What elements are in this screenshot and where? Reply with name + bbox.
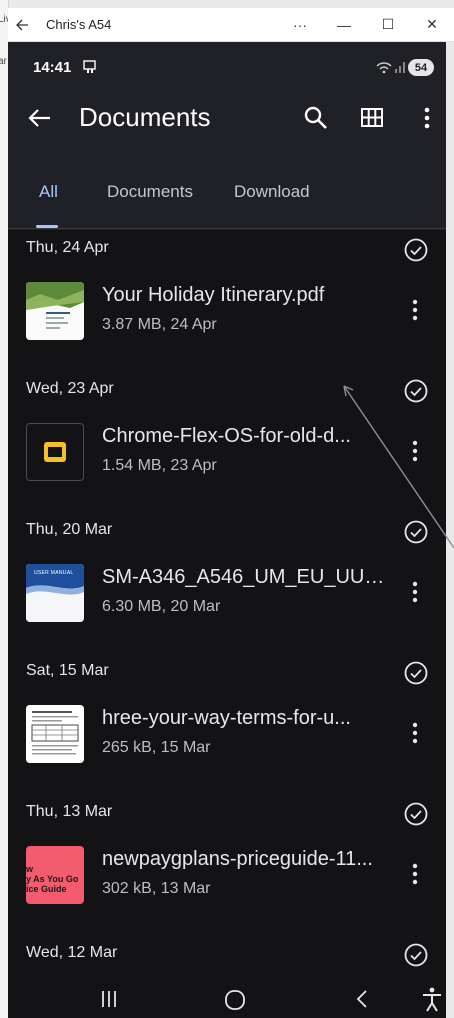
- tabs-divider: [8, 228, 446, 229]
- date-header: Sat, 15 Mar: [8, 653, 446, 693]
- select-all-check-icon[interactable]: [403, 519, 429, 545]
- date-label: Thu, 20 Mar: [26, 521, 113, 538]
- more-vertical-icon[interactable]: [406, 437, 424, 465]
- wifi-signal-icon: [376, 62, 405, 74]
- holiday-itinerary-thumbnail: [26, 282, 84, 340]
- price-guide-thumbnail-text: y As You Go: [26, 874, 79, 884]
- tab-documents[interactable]: Documents: [107, 172, 193, 212]
- page-title: Documents: [79, 102, 211, 132]
- battery-indicator: 54: [408, 59, 434, 76]
- file-list[interactable]: Thu, 24 Apr Your Holiday Itinerary.pdf 3…: [8, 230, 446, 982]
- file-item[interactable]: w y As You Go ice Guide newpaygplans-pri…: [8, 834, 446, 934]
- window-more-button[interactable]: ···: [278, 8, 322, 42]
- file-item[interactable]: USER MANUAL SM-A346_A546_UM_EU_UU_... 6.…: [8, 552, 446, 652]
- file-item[interactable]: Your Holiday Itinerary.pdf 3.87 MB, 24 A…: [8, 270, 446, 370]
- date-header: Wed, 12 Mar: [8, 935, 446, 975]
- back-arrow-icon[interactable]: [26, 104, 54, 132]
- more-vertical-icon[interactable]: [406, 578, 424, 606]
- select-all-check-icon[interactable]: [403, 801, 429, 827]
- window-minimize-button[interactable]: —: [322, 8, 366, 42]
- slides-file-icon: [26, 423, 84, 481]
- file-meta: 6.30 MB, 20 Mar: [102, 598, 221, 615]
- window-back-button[interactable]: [8, 8, 36, 42]
- nav-back-icon[interactable]: [351, 988, 373, 1010]
- file-meta: 1.54 MB, 23 Apr: [102, 457, 217, 474]
- home-icon[interactable]: [223, 988, 247, 1012]
- price-guide-thumbnail-text: w: [26, 864, 34, 874]
- date-header: Wed, 23 Apr: [8, 371, 446, 411]
- more-vertical-icon[interactable]: [406, 860, 424, 888]
- accessibility-icon[interactable]: [421, 986, 443, 1012]
- terms-document-thumbnail: [26, 705, 84, 763]
- file-meta: 265 kB, 15 Mar: [102, 739, 211, 756]
- tab-all[interactable]: All: [39, 172, 58, 212]
- status-bar: 14:41 54: [8, 42, 446, 92]
- category-tabs: All Documents Download: [8, 172, 446, 212]
- more-vertical-icon[interactable]: [418, 104, 436, 132]
- phone-screen: 14:41 54 Documents All Documents Downloa…: [8, 42, 446, 1018]
- window-close-button[interactable]: ✕: [410, 8, 454, 42]
- status-time: 14:41: [33, 59, 72, 76]
- date-header: Thu, 24 Apr: [8, 230, 446, 270]
- select-all-check-icon[interactable]: [403, 378, 429, 404]
- file-item[interactable]: Chrome-Flex-OS-for-old-d... 1.54 MB, 23 …: [8, 411, 446, 511]
- window-title: Chris's A54: [46, 17, 112, 32]
- select-all-check-icon[interactable]: [403, 942, 429, 968]
- select-all-check-icon[interactable]: [403, 237, 429, 263]
- file-name: SM-A346_A546_UM_EU_UU_...: [102, 566, 392, 588]
- date-header: Thu, 13 Mar: [8, 794, 446, 834]
- more-vertical-icon[interactable]: [406, 719, 424, 747]
- date-label: Wed, 12 Mar: [26, 944, 118, 961]
- user-manual-thumbnail-text: USER MANUAL: [34, 570, 74, 576]
- file-name: newpaygplans-priceguide-11...: [102, 848, 373, 870]
- search-icon[interactable]: [303, 105, 329, 131]
- price-guide-thumbnail-text: ice Guide: [26, 884, 67, 894]
- date-label: Sat, 15 Mar: [26, 662, 109, 679]
- file-item[interactable]: hree-your-way-terms-for-u... 265 kB, 15 …: [8, 693, 446, 793]
- app-bar: Documents: [8, 92, 446, 144]
- system-navigation-bar: [8, 982, 446, 1018]
- select-all-check-icon[interactable]: [403, 660, 429, 686]
- more-vertical-icon[interactable]: [406, 296, 424, 324]
- host-text-fragment: ar: [0, 56, 7, 67]
- price-guide-thumbnail: w y As You Go ice Guide: [26, 846, 84, 904]
- recent-apps-icon[interactable]: [98, 988, 120, 1010]
- date-header: Thu, 20 Mar: [8, 512, 446, 552]
- file-name: Chrome-Flex-OS-for-old-d...: [102, 425, 351, 447]
- date-label: Thu, 13 Mar: [26, 803, 113, 820]
- file-meta: 302 kB, 13 Mar: [102, 880, 211, 897]
- file-name: hree-your-way-terms-for-u...: [102, 707, 351, 729]
- notification-icon: [83, 60, 96, 73]
- date-label: Wed, 23 Apr: [26, 380, 114, 397]
- tab-download[interactable]: Download: [234, 172, 310, 212]
- window-titlebar: Chris's A54 ··· — ☐ ✕: [8, 8, 454, 42]
- arrow-left-icon: [16, 19, 28, 30]
- file-meta: 3.87 MB, 24 Apr: [102, 316, 217, 333]
- window-maximize-button[interactable]: ☐: [366, 8, 410, 42]
- user-manual-thumbnail: USER MANUAL: [26, 564, 84, 622]
- grid-view-icon[interactable]: [360, 106, 384, 130]
- date-label: Thu, 24 Apr: [26, 239, 109, 256]
- file-name: Your Holiday Itinerary.pdf: [102, 284, 325, 306]
